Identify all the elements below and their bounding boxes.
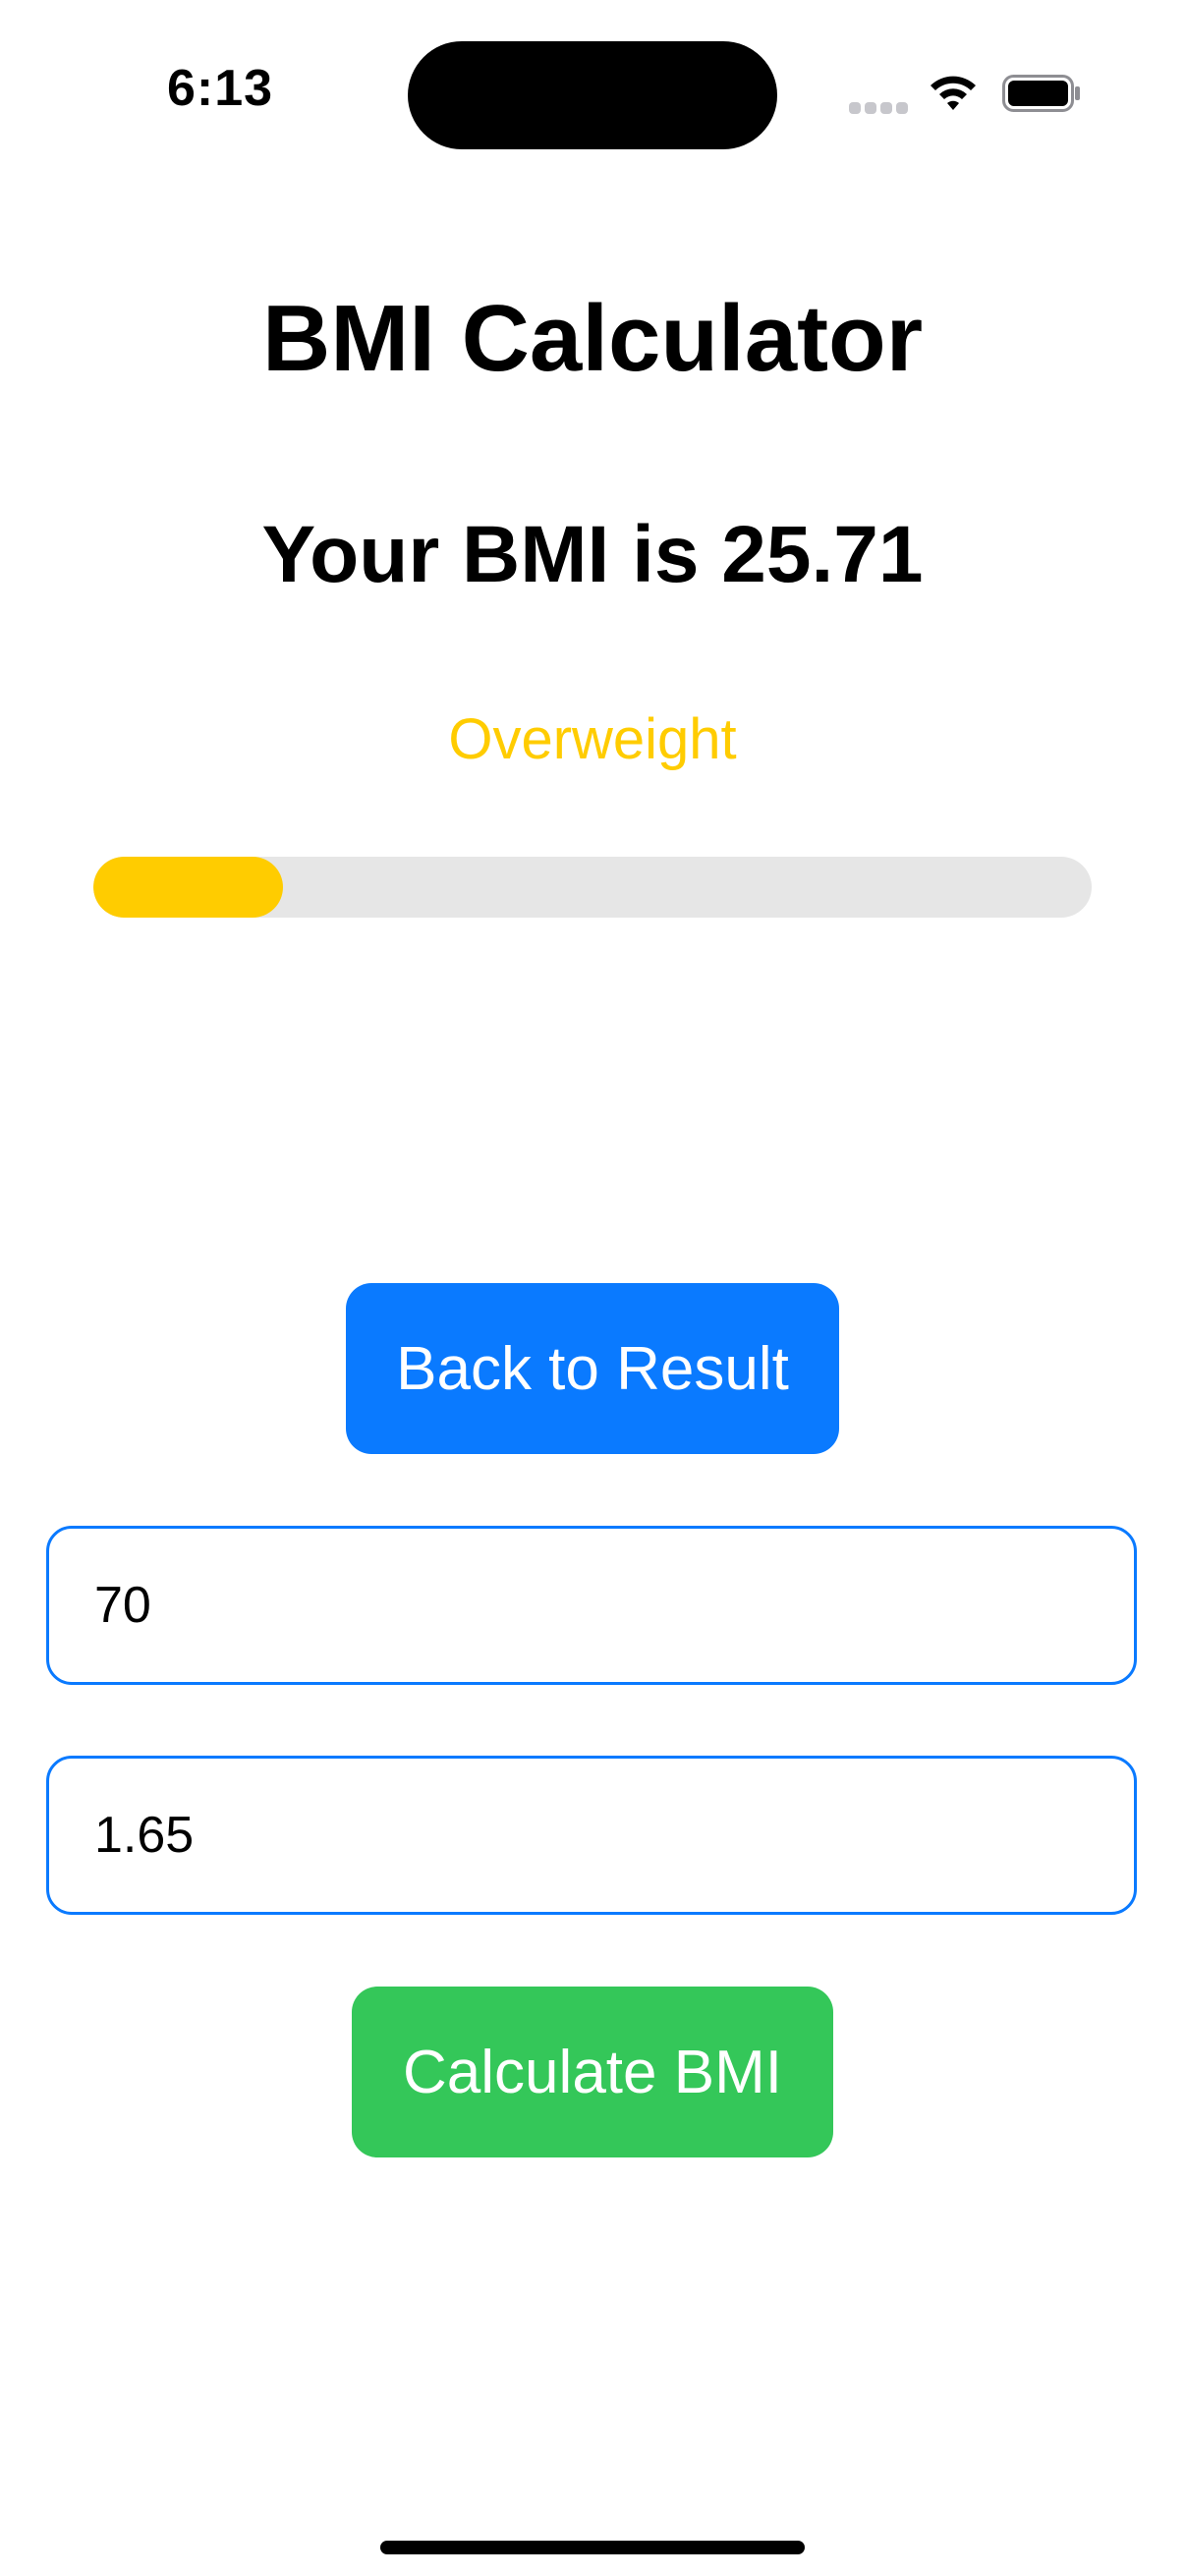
status-time: 6:13: [167, 60, 274, 117]
bmi-category-label: Overweight: [448, 707, 737, 771]
calculate-bmi-button[interactable]: Calculate BMI: [352, 1987, 833, 2157]
back-to-result-button[interactable]: Back to Result: [346, 1283, 839, 1454]
screen: 6:13 BMI Calculator Your BMI is 25.71 Ov…: [0, 0, 1185, 2576]
weight-input[interactable]: 70: [46, 1526, 1137, 1685]
bmi-progress-bar: [93, 857, 1092, 918]
bmi-progress-fill: [93, 857, 284, 918]
home-indicator: [380, 2541, 805, 2554]
wifi-icon: [931, 76, 976, 110]
cellular-signal-icon: [849, 102, 908, 114]
dynamic-island: [408, 41, 777, 149]
battery-icon: [1002, 75, 1080, 112]
bmi-result-text: Your BMI is 25.71: [261, 510, 924, 599]
height-input[interactable]: 1.65: [46, 1756, 1137, 1915]
page-title: BMI Calculator: [261, 286, 924, 391]
